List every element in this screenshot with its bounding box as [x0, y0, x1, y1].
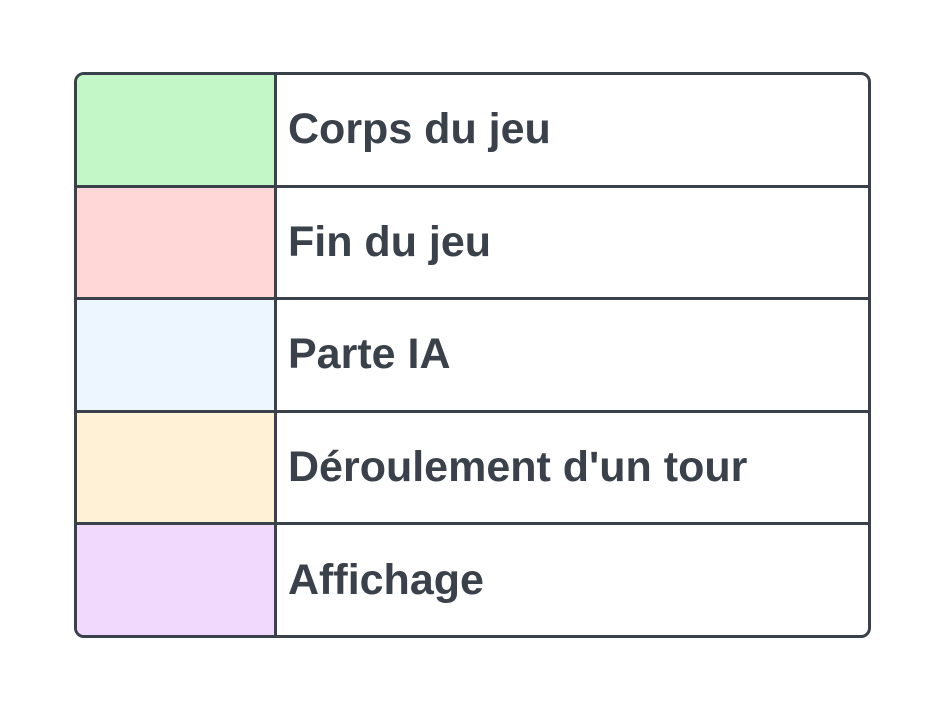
color-swatch: [77, 75, 277, 185]
color-swatch: [77, 525, 277, 635]
legend-label: Déroulement d'un tour: [288, 443, 748, 492]
color-swatch: [77, 187, 277, 298]
color-swatch: [77, 300, 277, 410]
legend-row-affichage: Affichage: [77, 522, 868, 635]
legend-label: Corps du jeu: [288, 105, 551, 154]
legend-row-parte-ia: Parte IA: [77, 297, 868, 410]
color-swatch: [77, 412, 277, 523]
legend-label: Affichage: [288, 555, 484, 604]
legend-row-corps-du-jeu: Corps du jeu: [77, 75, 868, 185]
legend-row-fin-du-jeu: Fin du jeu: [77, 184, 868, 298]
legend-table: Corps du jeu Fin du jeu Parte IA Déroule…: [74, 72, 871, 638]
legend-label: Parte IA: [288, 330, 451, 379]
legend-label: Fin du jeu: [288, 217, 492, 266]
legend-row-deroulement-dun-tour: Déroulement d'un tour: [77, 409, 868, 523]
